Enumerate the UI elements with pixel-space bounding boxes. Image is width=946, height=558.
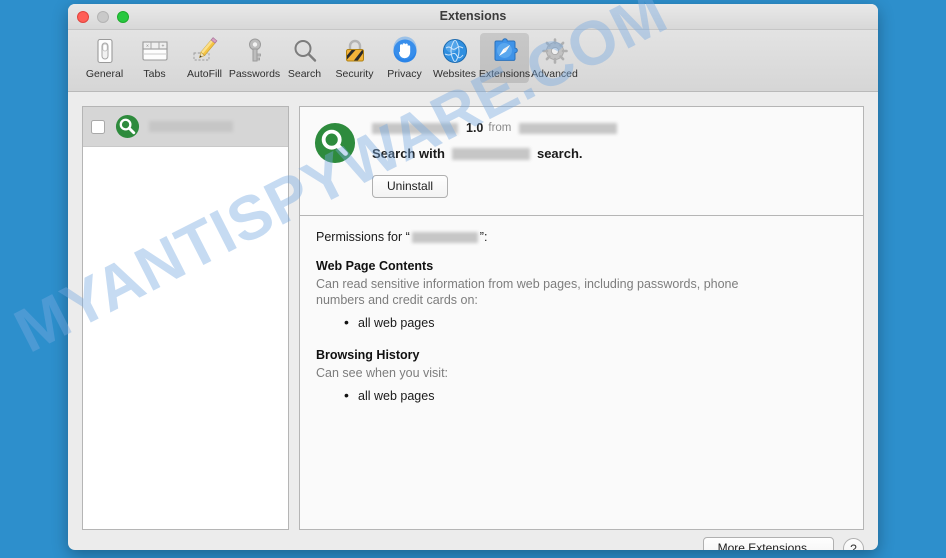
privacy-icon (389, 35, 421, 67)
description-prefix: Search with (372, 146, 445, 161)
extension-title-line: 1.0 from (372, 120, 849, 136)
search-icon (289, 35, 321, 67)
permission-body: Can read sensitive information from web … (316, 277, 739, 307)
preferences-content: 1.0 from Search with search. Uninstall P… (68, 92, 878, 549)
toolbar-label-privacy: Privacy (387, 68, 422, 80)
toolbar-item-general[interactable]: General (80, 33, 129, 83)
toolbar-item-passwords[interactable]: Passwords (228, 33, 281, 83)
toolbar-item-security[interactable]: Security (330, 33, 379, 83)
more-extensions-button[interactable]: More Extensions… (702, 537, 834, 550)
toolbar-label-general: General (85, 68, 124, 80)
permission-block-web-page-contents: Web Page Contents Can read sensitive inf… (316, 259, 847, 332)
toolbar-label-security: Security (335, 68, 374, 80)
toolbar-label-tabs: Tabs (143, 68, 166, 80)
list-item[interactable] (83, 107, 288, 147)
websites-icon (439, 35, 471, 67)
toolbar-label-autofill: AutoFill (186, 68, 222, 80)
extension-name-redacted (149, 121, 233, 132)
help-button[interactable]: ? (843, 538, 864, 550)
toolbar-item-search[interactable]: Search (280, 33, 329, 83)
permissions-name-redacted (411, 231, 478, 243)
security-icon (339, 35, 371, 67)
passwords-icon (239, 35, 271, 67)
permission-scope-list: all web pages (344, 314, 847, 332)
permission-body: Can see when you visit: (316, 366, 449, 380)
toolbar-item-advanced[interactable]: Advanced (530, 33, 579, 83)
description-suffix: search. (536, 146, 583, 161)
green-magnifier-icon (314, 122, 356, 215)
toolbar-label-websites: Websites (433, 68, 476, 80)
permission-scope-item: all web pages (344, 314, 847, 332)
general-icon (89, 35, 121, 67)
svg-text:+: + (161, 44, 164, 50)
extension-detail-panel: 1.0 from Search with search. Uninstall P… (299, 106, 864, 530)
extension-name-redacted (372, 122, 458, 134)
extensions-list[interactable] (82, 106, 289, 530)
permission-scope-item: all web pages (344, 387, 847, 405)
toolbar-item-privacy[interactable]: Privacy (380, 33, 429, 83)
permission-block-browsing-history: Browsing History Can see when you visit:… (316, 348, 847, 405)
permission-title: Browsing History (316, 348, 420, 362)
toolbar-item-autofill[interactable]: AutoFill (180, 33, 229, 83)
toolbar-label-search: Search (287, 68, 322, 80)
tabs-icon: × + (139, 35, 171, 67)
advanced-icon (539, 35, 571, 67)
permissions-heading-prefix: Permissions for “ (316, 230, 410, 244)
extensions-icon (489, 35, 521, 67)
toolbar-label-passwords: Passwords (228, 68, 281, 80)
extension-developer-redacted (519, 122, 618, 134)
extension-version: 1.0 (466, 121, 484, 135)
extension-enable-checkbox[interactable] (91, 119, 105, 134)
svg-text:×: × (146, 44, 149, 50)
permissions-heading: Permissions for “ ”: (316, 230, 847, 244)
uninstall-button-wrap: Uninstall (372, 175, 849, 198)
window-titlebar: Extensions (68, 4, 878, 30)
toolbar-label-advanced: Advanced (531, 68, 578, 80)
autofill-icon (189, 35, 221, 67)
extension-from-label: from (488, 122, 512, 134)
extension-detail-header: 1.0 from Search with search. Uninstall (299, 106, 864, 216)
toolbar-label-extensions: Extensions (478, 68, 531, 80)
toolbar-item-extensions[interactable]: Extensions (478, 33, 531, 83)
permission-scope-list: all web pages (344, 387, 847, 405)
green-magnifier-icon (115, 114, 140, 139)
toolbar-item-tabs[interactable]: × + Tabs (130, 33, 179, 83)
uninstall-button[interactable]: Uninstall (372, 175, 449, 198)
footer-actions: More Extensions… ? (702, 537, 864, 550)
window-title: Extensions (439, 9, 507, 23)
permission-title: Web Page Contents (316, 259, 434, 273)
extension-description: Search with search. (372, 146, 849, 161)
permissions-heading-suffix: ”: (479, 230, 488, 244)
preferences-window: Extensions General × + Tabs AutoFill Pas… (68, 4, 878, 550)
preferences-toolbar: General × + Tabs AutoFill Passwords Sear… (68, 30, 878, 92)
extension-detail-body: 1.0 from Search with search. Uninstall (372, 120, 849, 215)
toolbar-item-websites[interactable]: Websites (430, 33, 479, 83)
description-name-redacted (451, 147, 530, 160)
extension-permissions-panel: Permissions for “ ”: Web Page Contents C… (299, 216, 864, 530)
